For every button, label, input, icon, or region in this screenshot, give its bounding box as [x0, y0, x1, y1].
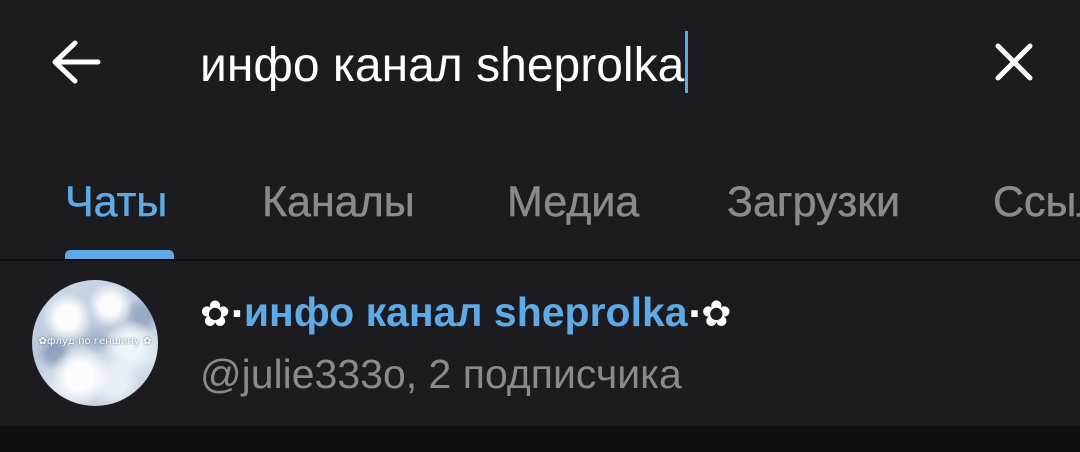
search-screen: инфо канал sheprolka Чаты Каналы Медиа З…: [0, 0, 1080, 452]
search-tabs: Чаты Каналы Медиа Загрузки Ссыл: [0, 150, 1080, 260]
chat-subtitle: @julie333o, 2 подписчика: [200, 351, 682, 397]
search-input-value: инфо канал sheprolka: [200, 39, 685, 92]
title-match-highlight: инфо канал sheprolka: [243, 289, 688, 335]
back-button[interactable]: [44, 32, 108, 92]
bottom-area: [0, 426, 1080, 452]
search-result-row[interactable]: ✿флуд по геншину ✿ ✿·инфо канал sheprolk…: [0, 262, 1080, 426]
tab-links[interactable]: Ссыл: [993, 176, 1080, 228]
tab-media[interactable]: Медиа: [507, 176, 640, 228]
chat-title: ✿·инфо канал sheprolka·✿: [200, 287, 731, 337]
close-icon: [995, 43, 1033, 81]
tabs-divider: [0, 259, 1080, 261]
avatar: ✿флуд по геншину ✿: [32, 280, 158, 406]
avatar-caption: ✿флуд по геншину ✿: [38, 336, 152, 347]
tab-downloads[interactable]: Загрузки: [727, 176, 901, 228]
clear-search-button[interactable]: [986, 34, 1042, 90]
tab-chats[interactable]: Чаты: [65, 176, 168, 228]
arrow-left-icon: [52, 40, 101, 84]
tab-channels[interactable]: Каналы: [262, 176, 415, 228]
text-cursor: [685, 31, 689, 93]
search-input[interactable]: инфо канал sheprolka: [200, 31, 689, 95]
title-prefix: ✿·: [200, 294, 244, 335]
title-suffix: ·✿: [687, 294, 732, 335]
